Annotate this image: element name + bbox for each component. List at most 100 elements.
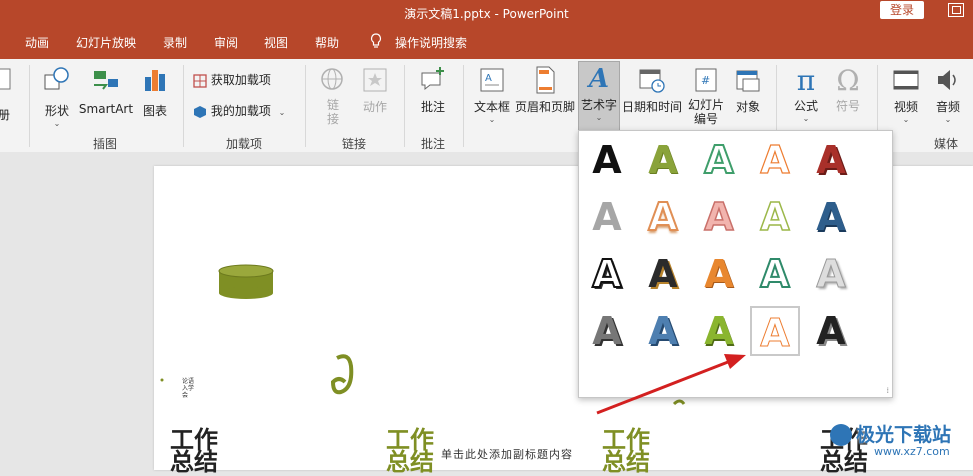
wordart-style-19[interactable]: A bbox=[750, 306, 800, 356]
wordart-style-1[interactable]: A bbox=[582, 135, 632, 185]
wordart-label: 艺术字 bbox=[580, 98, 617, 112]
wordart-style-11[interactable]: A bbox=[582, 249, 632, 299]
olive-mark bbox=[672, 399, 686, 406]
smartart-button[interactable]: SmartArt bbox=[78, 65, 134, 116]
wordart-style-17[interactable]: A bbox=[638, 306, 688, 356]
comment-label: 批注 bbox=[420, 100, 445, 114]
partial-button[interactable]: 册 bbox=[0, 65, 14, 123]
chart-icon bbox=[145, 70, 165, 91]
wordart-button[interactable]: A 艺术字 ⌄ bbox=[578, 61, 620, 131]
chart-button[interactable]: 图表 bbox=[138, 65, 172, 119]
tab-animations[interactable]: 动画 bbox=[25, 34, 49, 51]
textbox-icon: A bbox=[480, 68, 504, 92]
wordart-style-16[interactable]: A bbox=[582, 306, 632, 356]
date-time-label: 日期和时间 bbox=[621, 100, 682, 114]
wordart-style-14[interactable]: A bbox=[750, 249, 800, 299]
omega-icon: Ω bbox=[836, 64, 860, 97]
smartart-icon bbox=[94, 71, 118, 90]
watermark-title: 极光下载站 bbox=[856, 424, 952, 446]
chevron-down-icon: ⌄ bbox=[944, 115, 952, 124]
login-button[interactable]: 登录 bbox=[880, 1, 924, 19]
action-label: 动作 bbox=[362, 100, 387, 114]
ribbon-tabs: 动画 幻灯片放映 录制 审阅 视图 帮助 操作说明搜索 bbox=[0, 25, 973, 59]
link-label-1: 链 bbox=[326, 98, 339, 112]
ribbon-display-options-icon[interactable] bbox=[948, 3, 964, 17]
header-footer-label: 页眉和页脚 bbox=[514, 100, 575, 114]
wordart-gallery: AAAAAAAAAAAAAAAAAAAA ⁞ bbox=[578, 130, 893, 398]
chevron-down-icon: ⌄ bbox=[488, 115, 496, 124]
wordart-style-4[interactable]: A bbox=[750, 135, 800, 185]
symbol-label: 符号 bbox=[835, 99, 860, 113]
scribble-shape bbox=[330, 354, 354, 395]
wordart-style-10[interactable]: A bbox=[806, 192, 856, 242]
chevron-down-icon: ⌄ bbox=[53, 119, 61, 128]
date-time-button[interactable]: 日期和时间 bbox=[621, 65, 683, 115]
tab-record[interactable]: 录制 bbox=[163, 34, 187, 51]
wordart-style-2[interactable]: A bbox=[638, 135, 688, 185]
slide-number-button[interactable]: # 幻灯片 编号 bbox=[686, 65, 726, 126]
wordart-style-20[interactable]: A bbox=[806, 306, 856, 356]
textbox-button[interactable]: A 文本框 ⌄ bbox=[472, 65, 512, 124]
title-block-2: 工作 总结 bbox=[386, 428, 434, 474]
wordart-style-13[interactable]: A bbox=[694, 249, 744, 299]
subtitle-placeholder[interactable]: 单击此处添加副标题内容 bbox=[441, 446, 573, 462]
symbol-button[interactable]: Ω 符号 bbox=[830, 65, 866, 114]
resize-grip-icon[interactable]: ⁞ bbox=[886, 386, 889, 395]
smartart-label: SmartArt bbox=[78, 102, 134, 116]
tab-slideshow[interactable]: 幻灯片放映 bbox=[76, 34, 136, 51]
window-title: 演示文稿1.pptx - PowerPoint bbox=[404, 7, 569, 21]
wordart-style-5[interactable]: A bbox=[806, 135, 856, 185]
svg-text:#: # bbox=[701, 74, 710, 87]
cylinder-shape[interactable] bbox=[218, 264, 274, 299]
divider bbox=[404, 65, 405, 147]
group-label-illustrations: 插图 bbox=[93, 137, 118, 151]
link-label-2: 接 bbox=[326, 112, 339, 126]
audio-label: 音频 bbox=[935, 100, 960, 114]
wordart-style-6[interactable]: A bbox=[582, 192, 632, 242]
wordart-style-12[interactable]: A bbox=[638, 249, 688, 299]
link-button[interactable]: 链 接 bbox=[316, 65, 350, 126]
divider bbox=[463, 65, 464, 147]
divider bbox=[305, 65, 306, 147]
shapes-button[interactable]: 形状 ⌄ bbox=[38, 65, 76, 128]
watermark-logo bbox=[830, 424, 852, 446]
chevron-down-icon: ⌄ bbox=[902, 115, 910, 124]
group-label-comments: 批注 bbox=[421, 137, 446, 151]
object-button[interactable]: 对象 bbox=[730, 65, 766, 115]
wordart-style-9[interactable]: A bbox=[750, 192, 800, 242]
header-footer-button[interactable]: 页眉和页脚 bbox=[514, 65, 576, 115]
store-icon bbox=[193, 73, 207, 88]
comment-button[interactable]: 批注 bbox=[416, 65, 450, 115]
chevron-down-icon: ⌄ bbox=[595, 113, 603, 122]
comment-icon bbox=[421, 67, 444, 91]
group-label-addins: 加载项 bbox=[226, 137, 263, 151]
wordart-style-3[interactable]: A bbox=[694, 135, 744, 185]
tab-review[interactable]: 审阅 bbox=[214, 34, 238, 51]
tab-help[interactable]: 帮助 bbox=[315, 34, 339, 51]
wordart-style-7[interactable]: A bbox=[638, 192, 688, 242]
my-addins-button[interactable]: 我的加载项 ⌄ bbox=[193, 102, 285, 120]
wordart-style-8[interactable]: A bbox=[694, 192, 744, 242]
tell-me-search[interactable]: 操作说明搜索 bbox=[395, 34, 467, 51]
slide-number-label-1: 幻灯片 bbox=[687, 98, 724, 112]
get-addins-button[interactable]: 获取加载项 bbox=[193, 71, 271, 89]
tab-view[interactable]: 视图 bbox=[264, 34, 288, 51]
slide-number-icon: # bbox=[695, 68, 717, 92]
equation-button[interactable]: π 公式 ⌄ bbox=[788, 65, 824, 124]
action-button[interactable]: 动作 bbox=[358, 65, 392, 115]
wordart-style-18[interactable]: A bbox=[694, 306, 744, 356]
globe-link-icon bbox=[321, 68, 343, 90]
object-label: 对象 bbox=[735, 100, 760, 114]
wordart-style-15[interactable]: A bbox=[806, 249, 856, 299]
video-button[interactable]: 视频 ⌄ bbox=[888, 65, 924, 124]
slide-icon bbox=[0, 68, 11, 90]
audio-button[interactable]: 音频 ⌄ bbox=[930, 65, 966, 124]
title-block-3: 工作 总结 bbox=[602, 428, 650, 474]
chevron-down-icon: ⌄ bbox=[802, 114, 810, 123]
action-star-icon bbox=[363, 68, 387, 92]
tiny-text: 论语 入学 会 bbox=[182, 378, 195, 399]
lightbulb-icon bbox=[370, 33, 382, 52]
dot-mark bbox=[160, 378, 164, 382]
video-label: 视频 bbox=[893, 100, 918, 114]
addin-cube-icon bbox=[193, 105, 207, 119]
